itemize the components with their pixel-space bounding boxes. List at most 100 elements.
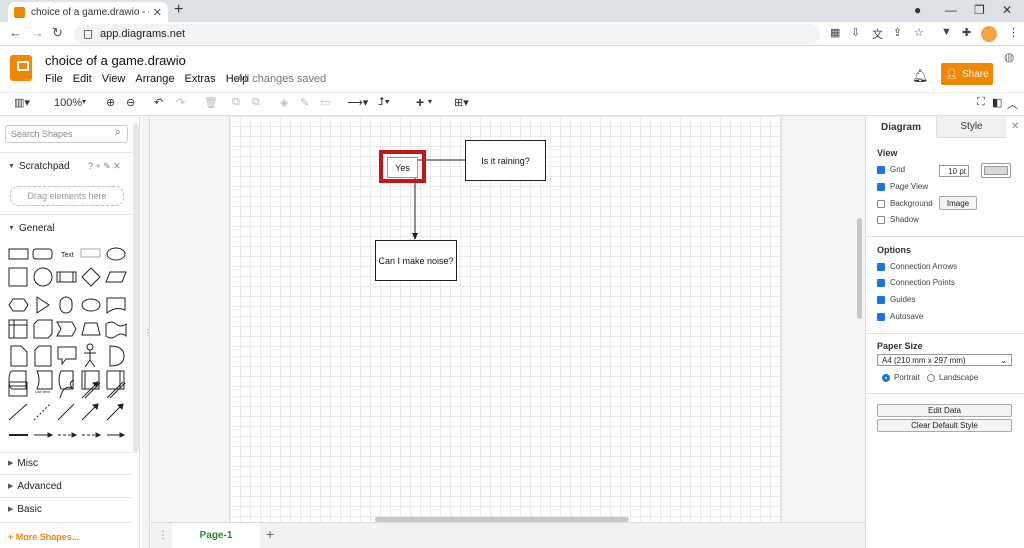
forward-icon[interactable]: →	[31, 25, 44, 40]
list-item-shape[interactable]: List Item	[35, 389, 51, 394]
zoom-level[interactable]: 100%	[54, 97, 82, 109]
text-shape[interactable]: Text	[61, 252, 74, 259]
document-title[interactable]: choice of a game.drawio	[45, 53, 186, 68]
checkbox-unchecked-icon[interactable]	[877, 199, 885, 208]
search-icon[interactable]: ⌕	[115, 127, 121, 138]
clear-default-style-button[interactable]: Clear Default Style	[877, 419, 1012, 432]
menu-view[interactable]: View	[102, 73, 126, 85]
background-checkbox[interactable]: Background	[877, 199, 933, 208]
misc-section-header[interactable]: ▶ Misc	[0, 453, 132, 473]
tab-style[interactable]: Style	[936, 116, 1006, 138]
paper-size-select[interactable]: A4 (210 mm x 297 mm) ⌄	[877, 354, 1012, 366]
general-shapes-palette[interactable]: Text List Item	[0, 240, 132, 450]
search-shapes-input[interactable]: Search Shapes	[5, 125, 128, 143]
pages-menu-icon[interactable]: ⋮	[158, 530, 168, 541]
fullscreen-icon[interactable]: ⛶	[977, 96, 985, 109]
scratchpad-drop-area[interactable]: Drag elements here	[10, 186, 124, 206]
autosave-label: Autosave	[890, 312, 924, 321]
menu-edit[interactable]: Edit	[73, 73, 92, 85]
url-bar[interactable]: app.diagrams.net	[74, 24, 820, 44]
profile-dropdown-icon[interactable]: ●	[914, 3, 921, 17]
tab-diagram[interactable]: Diagram	[866, 116, 936, 138]
advanced-section-header[interactable]: ▶ Advanced	[0, 476, 132, 496]
node-is-it-raining[interactable]: Is it raining?	[465, 140, 546, 181]
restore-window-icon[interactable]: ❐	[974, 3, 985, 17]
zoom-dropdown-icon[interactable]: ▾	[82, 97, 86, 106]
menu-arrange[interactable]: Arrange	[135, 73, 174, 85]
bookmark-star-icon[interactable]: ☆	[914, 26, 924, 39]
portrait-radio[interactable]: Portrait	[882, 373, 920, 382]
connection-style-icon[interactable]: ⟶▾	[347, 96, 368, 109]
menu-file[interactable]: File	[45, 73, 63, 85]
page-tab-page-1[interactable]: Page-1	[172, 523, 260, 548]
connection-points-checkbox[interactable]: Connection Points	[877, 278, 955, 287]
table-icon[interactable]: ⊞▾	[454, 96, 469, 109]
redo-icon[interactable]: ↷	[176, 96, 185, 109]
line-color-icon[interactable]: ✎	[300, 96, 309, 109]
vertical-scrollbar[interactable]	[857, 218, 862, 319]
checkbox-unchecked-icon[interactable]	[877, 215, 885, 224]
browser-tab[interactable]: choice of a game.drawio - diagra ✕	[8, 2, 168, 22]
edit-data-button[interactable]: Edit Data	[877, 404, 1012, 417]
browser-menu-icon[interactable]: ⋮	[1008, 26, 1019, 39]
node-can-i-make-noise[interactable]: Can I make noise?	[375, 240, 457, 281]
grid-size-input[interactable]: 10 pt	[939, 165, 969, 177]
close-window-icon[interactable]: ✕	[1002, 3, 1012, 17]
reload-icon[interactable]: ↻	[52, 25, 63, 41]
basic-section-header[interactable]: ▶ Basic	[0, 499, 132, 519]
more-shapes-button[interactable]: + More Shapes...	[8, 532, 79, 542]
delete-icon[interactable]: 🗑︎	[204, 96, 218, 109]
autosave-checkbox[interactable]: Autosave	[877, 312, 923, 321]
add-page-icon[interactable]: +	[266, 526, 274, 542]
format-panel-icon[interactable]: ▥▾	[14, 96, 30, 109]
undo-icon[interactable]: ↶	[154, 96, 163, 109]
guides-checkbox[interactable]: Guides	[877, 295, 915, 304]
fill-color-icon[interactable]: ◈	[280, 96, 288, 109]
to-front-icon[interactable]: ⧉	[232, 96, 240, 109]
checkbox-checked-icon[interactable]	[877, 182, 885, 191]
back-icon[interactable]: ←	[9, 25, 22, 40]
checkbox-checked-icon[interactable]	[877, 295, 885, 304]
language-globe-icon[interactable]: ◍	[1004, 50, 1014, 64]
checkbox-checked-icon[interactable]	[877, 312, 885, 321]
share-button[interactable]: 👤︎ Share	[941, 63, 993, 85]
checkbox-checked-icon[interactable]	[877, 278, 885, 287]
background-image-button[interactable]: Image	[939, 196, 977, 210]
close-tab-icon[interactable]: ✕	[153, 6, 162, 19]
radio-unselected-icon[interactable]	[927, 373, 935, 382]
shapes-scrollbar[interactable]	[133, 123, 139, 453]
waypoints-icon[interactable]: ⮥▾	[378, 96, 390, 109]
radio-selected-icon[interactable]	[882, 373, 890, 382]
minimize-window-icon[interactable]: —	[945, 3, 957, 17]
shadow-checkbox[interactable]: Shadow	[877, 215, 919, 224]
toggle-panel-icon[interactable]: ◧	[992, 96, 1002, 109]
checkbox-checked-icon[interactable]	[877, 262, 885, 271]
menu-extras[interactable]: Extras	[185, 73, 216, 85]
qr-code-icon[interactable]: ▦	[830, 26, 840, 39]
grid-color-button[interactable]	[981, 163, 1011, 178]
landscape-radio[interactable]: Landscape	[927, 373, 978, 382]
puzzle-extensions-icon[interactable]: ✚	[962, 26, 971, 39]
profile-avatar[interactable]	[981, 26, 997, 42]
share-page-icon[interactable]: ⇪	[893, 26, 902, 39]
new-tab-button[interactable]: +	[174, 1, 183, 19]
notification-bell-icon[interactable]: 🔔︎	[912, 68, 929, 84]
scratchpad-actions[interactable]: ? + ✎ ✕	[88, 161, 121, 172]
general-section-header[interactable]: ▼ General	[0, 218, 132, 238]
install-app-icon[interactable]: ⇩	[851, 26, 860, 39]
to-back-icon[interactable]: ⧉	[252, 96, 260, 109]
checkbox-checked-icon[interactable]	[877, 165, 885, 174]
panel-splitter[interactable]: ⋮	[142, 116, 152, 548]
connection-arrows-checkbox[interactable]: Connection Arrows	[877, 262, 957, 271]
extension-icon[interactable]: ▼	[941, 26, 952, 38]
shadow-icon[interactable]: ▭	[320, 96, 330, 109]
close-panel-icon[interactable]: ✕	[1011, 121, 1019, 132]
translate-icon[interactable]: 文	[872, 26, 883, 42]
zoom-in-icon[interactable]: ⊕	[106, 96, 115, 109]
grid-checkbox[interactable]: Grid	[877, 165, 905, 174]
zoom-out-icon[interactable]: ⊖	[126, 96, 135, 109]
insert-dropdown-icon[interactable]: ▾	[428, 97, 432, 106]
collapse-icon[interactable]: ︿	[1007, 96, 1018, 112]
page-view-checkbox[interactable]: Page View	[877, 182, 928, 191]
insert-plus-icon[interactable]: +	[416, 94, 424, 110]
